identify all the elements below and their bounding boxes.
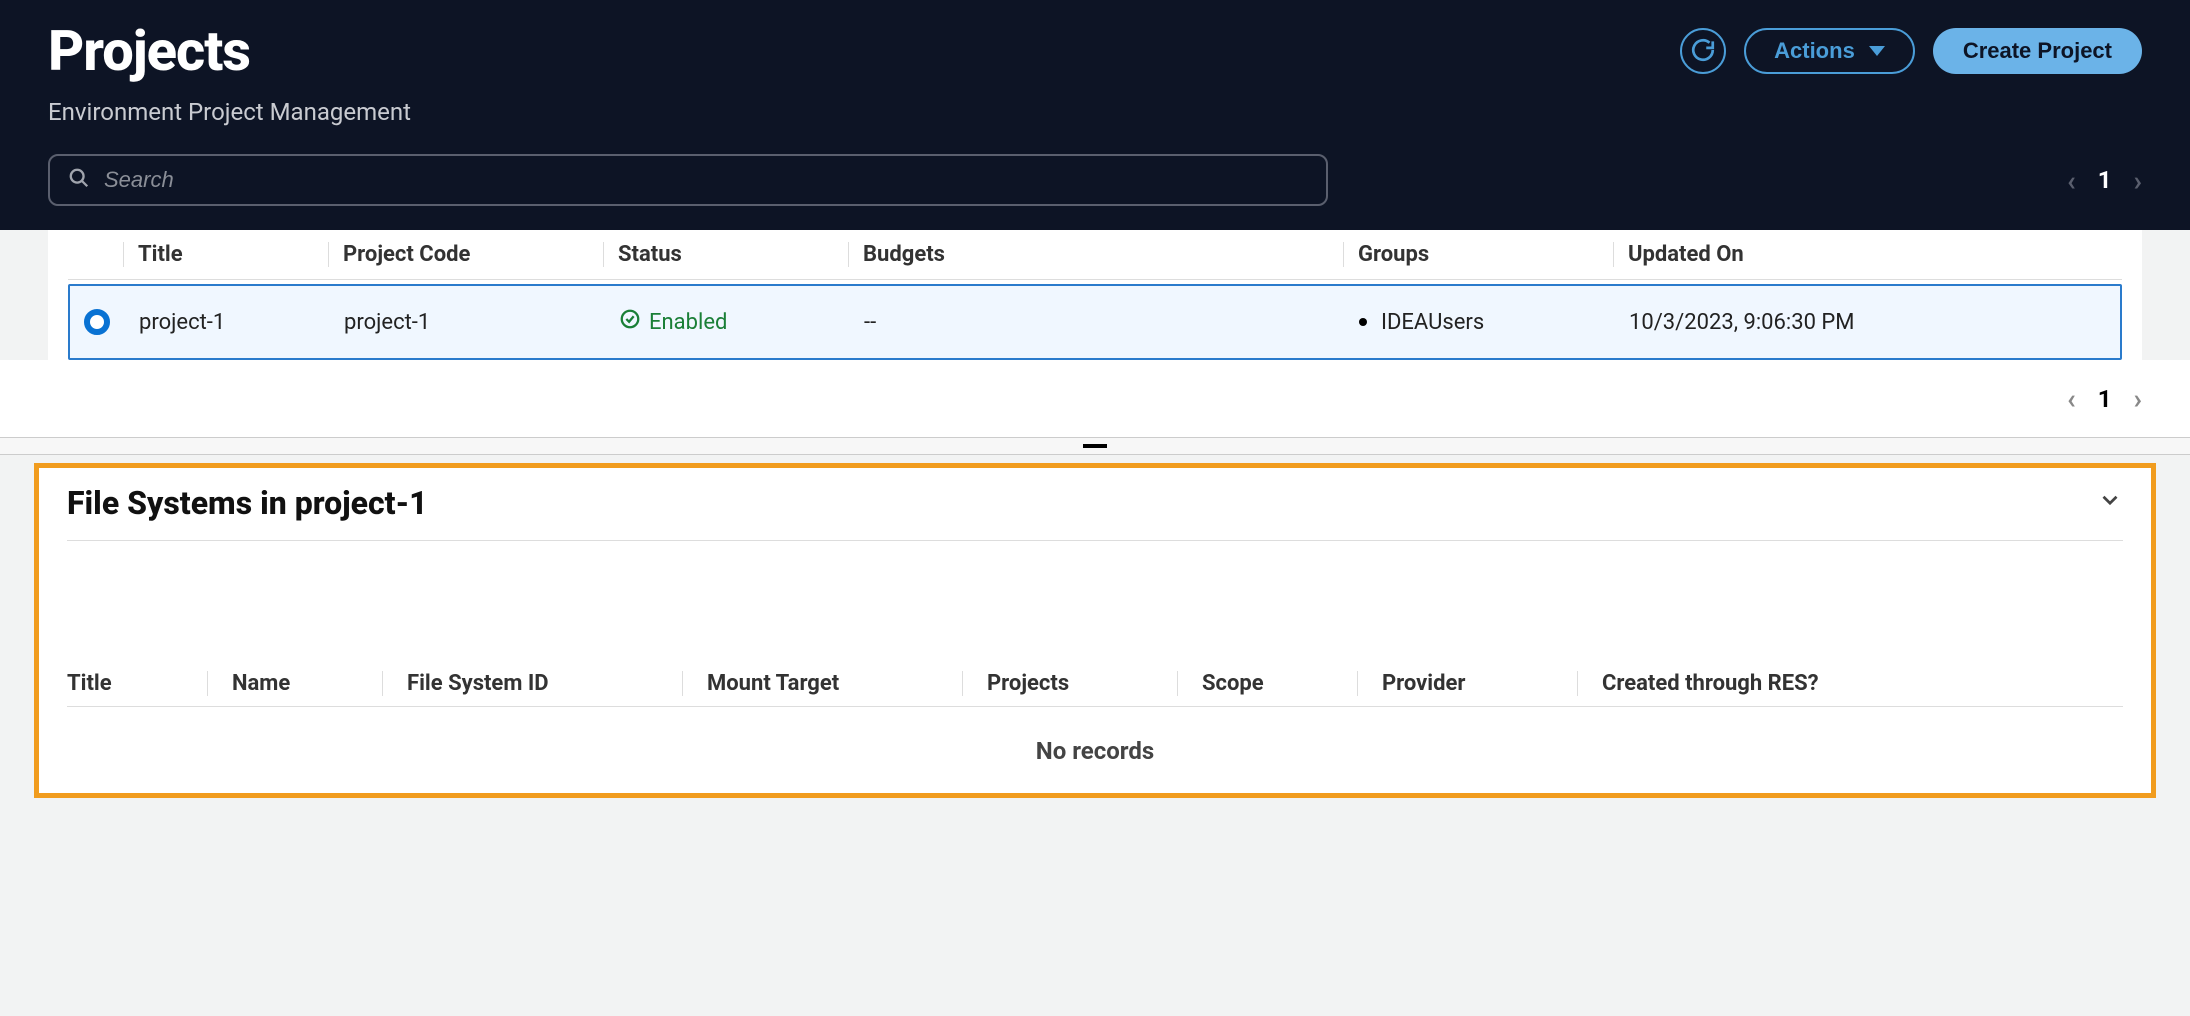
bullet-icon (1359, 318, 1367, 326)
detail-header: File Systems in project-1 (67, 484, 2123, 541)
file-systems-table-header: Title Name File System ID Mount Target P… (67, 661, 2123, 707)
top-pagination: ‹ 1 › (2067, 164, 2142, 197)
prev-page-button[interactable]: ‹ (2067, 382, 2076, 415)
search-input[interactable] (104, 167, 1308, 193)
next-page-button[interactable]: › (2134, 382, 2142, 415)
next-page-button[interactable]: › (2134, 164, 2142, 197)
fs-col-created[interactable]: Created through RES? (1577, 671, 2123, 696)
header-actions: Actions Create Project (1680, 28, 2142, 74)
prev-page-button[interactable]: ‹ (2067, 164, 2076, 197)
row-status: Enabled (605, 308, 850, 336)
page-title: Projects (48, 18, 411, 84)
refresh-button[interactable] (1680, 28, 1726, 74)
actions-label: Actions (1774, 38, 1855, 64)
empty-state: No records (67, 707, 2123, 765)
row-groups: IDEAUsers (1345, 310, 1615, 335)
row-group-name: IDEAUsers (1381, 310, 1484, 335)
fs-col-name[interactable]: Name (207, 671, 382, 696)
page-subtitle: Environment Project Management (48, 98, 411, 126)
header-top-row: Projects Environment Project Management … (48, 18, 2142, 126)
search-box[interactable] (48, 154, 1328, 206)
row-radio[interactable] (84, 309, 110, 335)
col-status[interactable]: Status (603, 242, 848, 267)
search-row: ‹ 1 › (48, 154, 2142, 206)
row-title: project-1 (125, 310, 330, 335)
row-code: project-1 (330, 310, 605, 335)
fs-col-scope[interactable]: Scope (1177, 671, 1357, 696)
create-project-button[interactable]: Create Project (1933, 28, 2142, 74)
current-page: 1 (2098, 385, 2112, 413)
row-select-cell (70, 309, 125, 335)
fs-col-title[interactable]: Title (67, 671, 207, 696)
projects-table: Title Project Code Status Budgets Groups… (48, 230, 2142, 360)
col-groups[interactable]: Groups (1343, 242, 1613, 267)
detail-title: File Systems in project-1 (67, 484, 428, 522)
file-systems-panel: File Systems in project-1 Title Name Fil… (34, 463, 2156, 798)
panel-resize-handle[interactable] (0, 437, 2190, 455)
fs-col-projects[interactable]: Projects (962, 671, 1177, 696)
col-title[interactable]: Title (123, 242, 328, 267)
row-budgets: -- (850, 310, 1345, 335)
row-status-text: Enabled (649, 310, 727, 335)
refresh-icon (1690, 37, 1716, 66)
bottom-pagination-wrap: ‹ 1 › (0, 360, 2190, 437)
collapse-button[interactable] (2097, 487, 2123, 520)
page-header: Projects Environment Project Management … (0, 0, 2190, 230)
title-block: Projects Environment Project Management (48, 18, 411, 126)
fs-col-fsid[interactable]: File System ID (382, 671, 682, 696)
row-updated: 10/3/2023, 9:06:30 PM (1615, 310, 2120, 335)
col-updated[interactable]: Updated On (1613, 242, 2122, 267)
table-row[interactable]: project-1 project-1 Enabled -- IDEAUsers… (68, 284, 2122, 360)
current-page: 1 (2098, 166, 2112, 194)
col-budgets[interactable]: Budgets (848, 242, 1343, 267)
caret-down-icon (1869, 46, 1885, 56)
fs-col-mount[interactable]: Mount Target (682, 671, 962, 696)
search-icon (68, 167, 90, 193)
check-circle-icon (619, 308, 641, 336)
bottom-pagination: ‹ 1 › (2067, 382, 2142, 415)
projects-table-header: Title Project Code Status Budgets Groups… (68, 230, 2122, 280)
col-code[interactable]: Project Code (328, 242, 603, 267)
fs-col-provider[interactable]: Provider (1357, 671, 1577, 696)
actions-dropdown-button[interactable]: Actions (1744, 28, 1915, 74)
chevron-down-icon (2097, 487, 2123, 520)
